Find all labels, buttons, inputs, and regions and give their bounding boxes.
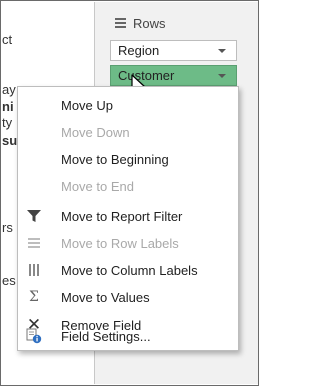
menu-item-label: Move to Report Filter	[61, 208, 183, 224]
chevron-down-icon[interactable]	[218, 49, 226, 53]
menu-item-label: Move to Row Labels	[61, 235, 179, 251]
field-list-text-fragment: ct	[2, 32, 13, 47]
menu-item-move-to-report-filter[interactable]: Move to Report Filter	[19, 203, 237, 229]
menu-item-label: Move to Column Labels	[61, 262, 198, 278]
menu-item-move-to-values[interactable]: Σ Move to Values	[19, 284, 237, 310]
field-list-text-fragment: ty	[2, 115, 13, 130]
menu-item-label: Field Settings...	[61, 328, 151, 344]
menu-item-move-to-beginning[interactable]: Move to Beginning	[19, 146, 237, 172]
rows-area-header: Rows	[115, 14, 166, 32]
field-list-text-fragment: ay	[2, 82, 16, 97]
menu-item-move-up[interactable]: Move Up	[19, 92, 237, 118]
field-list-text-fragment: ni	[2, 99, 14, 114]
customer-field-button[interactable]: Customer	[110, 65, 237, 86]
menu-item-label: Move Down	[61, 124, 130, 140]
screenshot-frame: ct ay ni ty su rs es Rows Region Custome…	[0, 0, 259, 386]
menu-item-label: Move to Values	[61, 289, 150, 305]
rows-icon	[115, 18, 126, 28]
column-labels-icon	[25, 261, 43, 279]
chevron-down-icon[interactable]	[218, 74, 226, 78]
region-field-label: Region	[118, 43, 160, 58]
sigma-icon: Σ	[29, 289, 39, 305]
rows-area-title: Rows	[133, 15, 166, 31]
field-settings-icon	[25, 327, 43, 345]
row-labels-icon	[25, 234, 43, 252]
field-list-text-fragment: rs	[2, 220, 13, 235]
field-context-menu: Move Up Move Down Move to Beginning Move…	[17, 86, 239, 351]
menu-item-move-down: Move Down	[19, 119, 237, 145]
menu-item-label: Move Up	[61, 97, 114, 113]
field-list-text-fragment: es	[2, 273, 16, 288]
menu-item-label: Move to End	[61, 178, 134, 194]
menu-item-field-settings[interactable]: Field Settings...	[19, 323, 237, 349]
region-field-button[interactable]: Region	[110, 40, 237, 61]
field-list-text-fragment: su	[2, 133, 18, 148]
menu-item-move-to-end: Move to End	[19, 173, 237, 199]
menu-item-move-to-row-labels: Move to Row Labels	[19, 230, 237, 256]
filter-icon	[25, 207, 43, 225]
menu-item-label: Move to Beginning	[61, 151, 169, 167]
menu-item-move-to-column-labels[interactable]: Move to Column Labels	[19, 257, 237, 283]
